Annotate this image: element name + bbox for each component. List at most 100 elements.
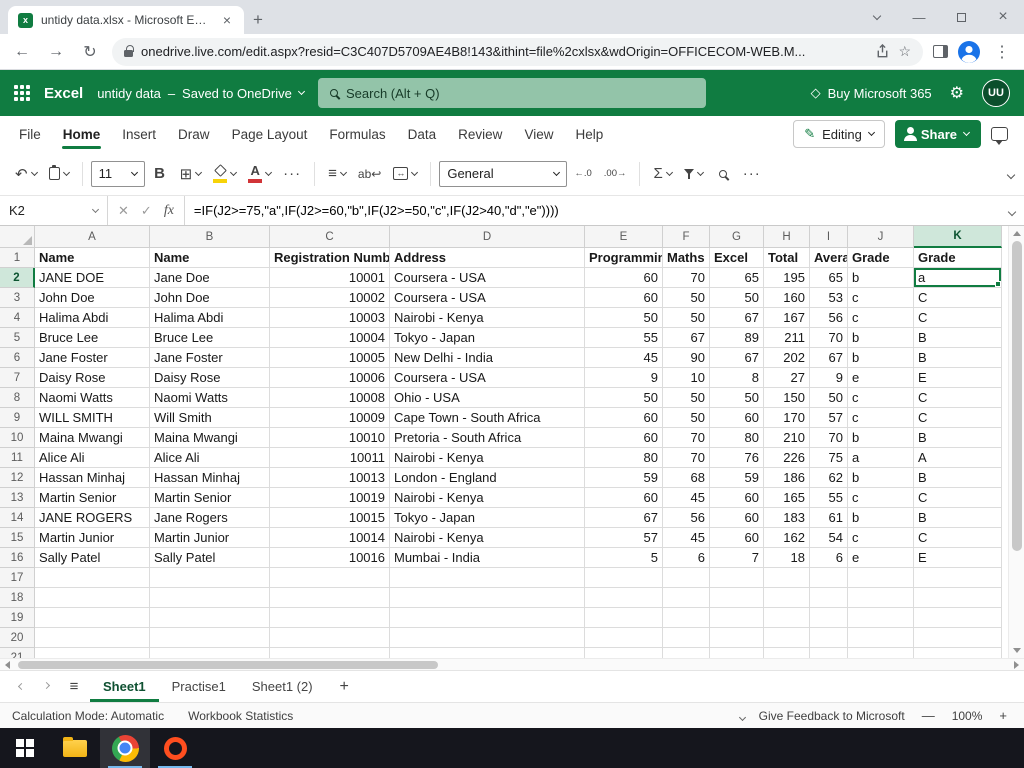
ribbon-overflow-button[interactable] [1006, 166, 1016, 181]
row-header-13[interactable]: 13 [0, 488, 35, 508]
forward-icon[interactable]: → [44, 43, 68, 61]
cell-J7[interactable]: e [848, 368, 914, 388]
cell-H17[interactable] [764, 568, 810, 588]
close-window-button[interactable]: × [982, 0, 1024, 34]
vertical-scrollbar[interactable] [1008, 226, 1024, 658]
cell-I9[interactable]: 57 [810, 408, 848, 428]
cell-G1[interactable]: Excel [710, 248, 764, 268]
fill-color-button[interactable] [208, 159, 241, 189]
cell-H9[interactable]: 170 [764, 408, 810, 428]
cell-C8[interactable]: 10008 [270, 388, 390, 408]
cell-K13[interactable]: C [914, 488, 1002, 508]
undo-button[interactable]: ↶ [10, 159, 42, 189]
cell-I1[interactable]: Average [810, 248, 848, 268]
name-box[interactable]: K2 [0, 196, 108, 225]
cell-H21[interactable] [764, 648, 810, 658]
cell-B21[interactable] [150, 648, 270, 658]
cell-G16[interactable]: 7 [710, 548, 764, 568]
cell-J4[interactable]: c [848, 308, 914, 328]
new-tab-button[interactable]: + [244, 6, 272, 34]
autosum-button[interactable]: Σ [648, 159, 676, 189]
cell-I17[interactable] [810, 568, 848, 588]
cell-G5[interactable]: 89 [710, 328, 764, 348]
cell-J10[interactable]: b [848, 428, 914, 448]
cell-J12[interactable]: b [848, 468, 914, 488]
cell-J5[interactable]: b [848, 328, 914, 348]
cell-A12[interactable]: Hassan Minhaj [35, 468, 150, 488]
cell-I13[interactable]: 55 [810, 488, 848, 508]
cell-D7[interactable]: Coursera - USA [390, 368, 585, 388]
menu-home[interactable]: Home [52, 116, 112, 152]
sheet-nav-left-button[interactable] [8, 671, 32, 702]
cell-A11[interactable]: Alice Ali [35, 448, 150, 468]
horizontal-scroll-thumb[interactable] [18, 660, 438, 669]
cell-E15[interactable]: 57 [585, 528, 663, 548]
cell-F2[interactable]: 70 [663, 268, 710, 288]
row-header-7[interactable]: 7 [0, 368, 35, 388]
maximize-button[interactable] [940, 0, 982, 34]
row-header-12[interactable]: 12 [0, 468, 35, 488]
cell-B7[interactable]: Daisy Rose [150, 368, 270, 388]
zoom-in-button[interactable]: + [996, 708, 1010, 723]
cell-H2[interactable]: 195 [764, 268, 810, 288]
cell-A16[interactable]: Sally Patel [35, 548, 150, 568]
cell-E18[interactable] [585, 588, 663, 608]
decrease-decimal-button[interactable]: .00→ [599, 159, 632, 189]
cell-G15[interactable]: 60 [710, 528, 764, 548]
cell-B14[interactable]: Jane Rogers [150, 508, 270, 528]
cell-F17[interactable] [663, 568, 710, 588]
menu-page-layout[interactable]: Page Layout [221, 116, 319, 152]
taskbar-app-button[interactable] [150, 728, 200, 768]
workbook-statistics-button[interactable]: Workbook Statistics [176, 703, 305, 728]
cell-K21[interactable] [914, 648, 1002, 658]
cell-H7[interactable]: 27 [764, 368, 810, 388]
formula-input[interactable]: =IF(J2>=75,"a",IF(J2>=60,"b",IF(J2>=50,"… [185, 203, 1000, 218]
cell-K8[interactable]: C [914, 388, 1002, 408]
cell-A20[interactable] [35, 628, 150, 648]
cell-E17[interactable] [585, 568, 663, 588]
cell-F10[interactable]: 70 [663, 428, 710, 448]
cell-E5[interactable]: 55 [585, 328, 663, 348]
cell-J18[interactable] [848, 588, 914, 608]
cell-D18[interactable] [390, 588, 585, 608]
back-icon[interactable]: ← [10, 43, 34, 61]
cell-J1[interactable]: Grade [848, 248, 914, 268]
cell-C5[interactable]: 10004 [270, 328, 390, 348]
cell-D6[interactable]: New Delhi - India [390, 348, 585, 368]
cell-C1[interactable]: Registration Number [270, 248, 390, 268]
row-header-15[interactable]: 15 [0, 528, 35, 548]
cell-B19[interactable] [150, 608, 270, 628]
all-sheets-icon[interactable]: ≡ [60, 671, 88, 702]
cell-G14[interactable]: 60 [710, 508, 764, 528]
cell-B13[interactable]: Martin Senior [150, 488, 270, 508]
cell-K16[interactable]: E [914, 548, 1002, 568]
cell-I5[interactable]: 70 [810, 328, 848, 348]
cell-J13[interactable]: c [848, 488, 914, 508]
scroll-left-icon[interactable] [5, 660, 10, 669]
cell-J19[interactable] [848, 608, 914, 628]
cell-F18[interactable] [663, 588, 710, 608]
cell-C6[interactable]: 10005 [270, 348, 390, 368]
cell-B20[interactable] [150, 628, 270, 648]
cell-I2[interactable]: 65 [810, 268, 848, 288]
col-header-G[interactable]: G [710, 226, 764, 248]
cell-F7[interactable]: 10 [663, 368, 710, 388]
cell-F15[interactable]: 45 [663, 528, 710, 548]
profile-avatar[interactable] [958, 40, 980, 63]
cell-K19[interactable] [914, 608, 1002, 628]
cell-D20[interactable] [390, 628, 585, 648]
row-header-8[interactable]: 8 [0, 388, 35, 408]
merge-cells-button[interactable]: ↔ [388, 159, 422, 189]
cell-K12[interactable]: B [914, 468, 1002, 488]
cell-H6[interactable]: 202 [764, 348, 810, 368]
saved-status[interactable]: Saved to OneDrive [182, 86, 292, 101]
cell-F13[interactable]: 45 [663, 488, 710, 508]
cell-B11[interactable]: Alice Ali [150, 448, 270, 468]
cell-B8[interactable]: Naomi Watts [150, 388, 270, 408]
cell-C20[interactable] [270, 628, 390, 648]
cell-C21[interactable] [270, 648, 390, 658]
cell-A17[interactable] [35, 568, 150, 588]
cell-F9[interactable]: 50 [663, 408, 710, 428]
cell-F5[interactable]: 67 [663, 328, 710, 348]
cell-I12[interactable]: 62 [810, 468, 848, 488]
